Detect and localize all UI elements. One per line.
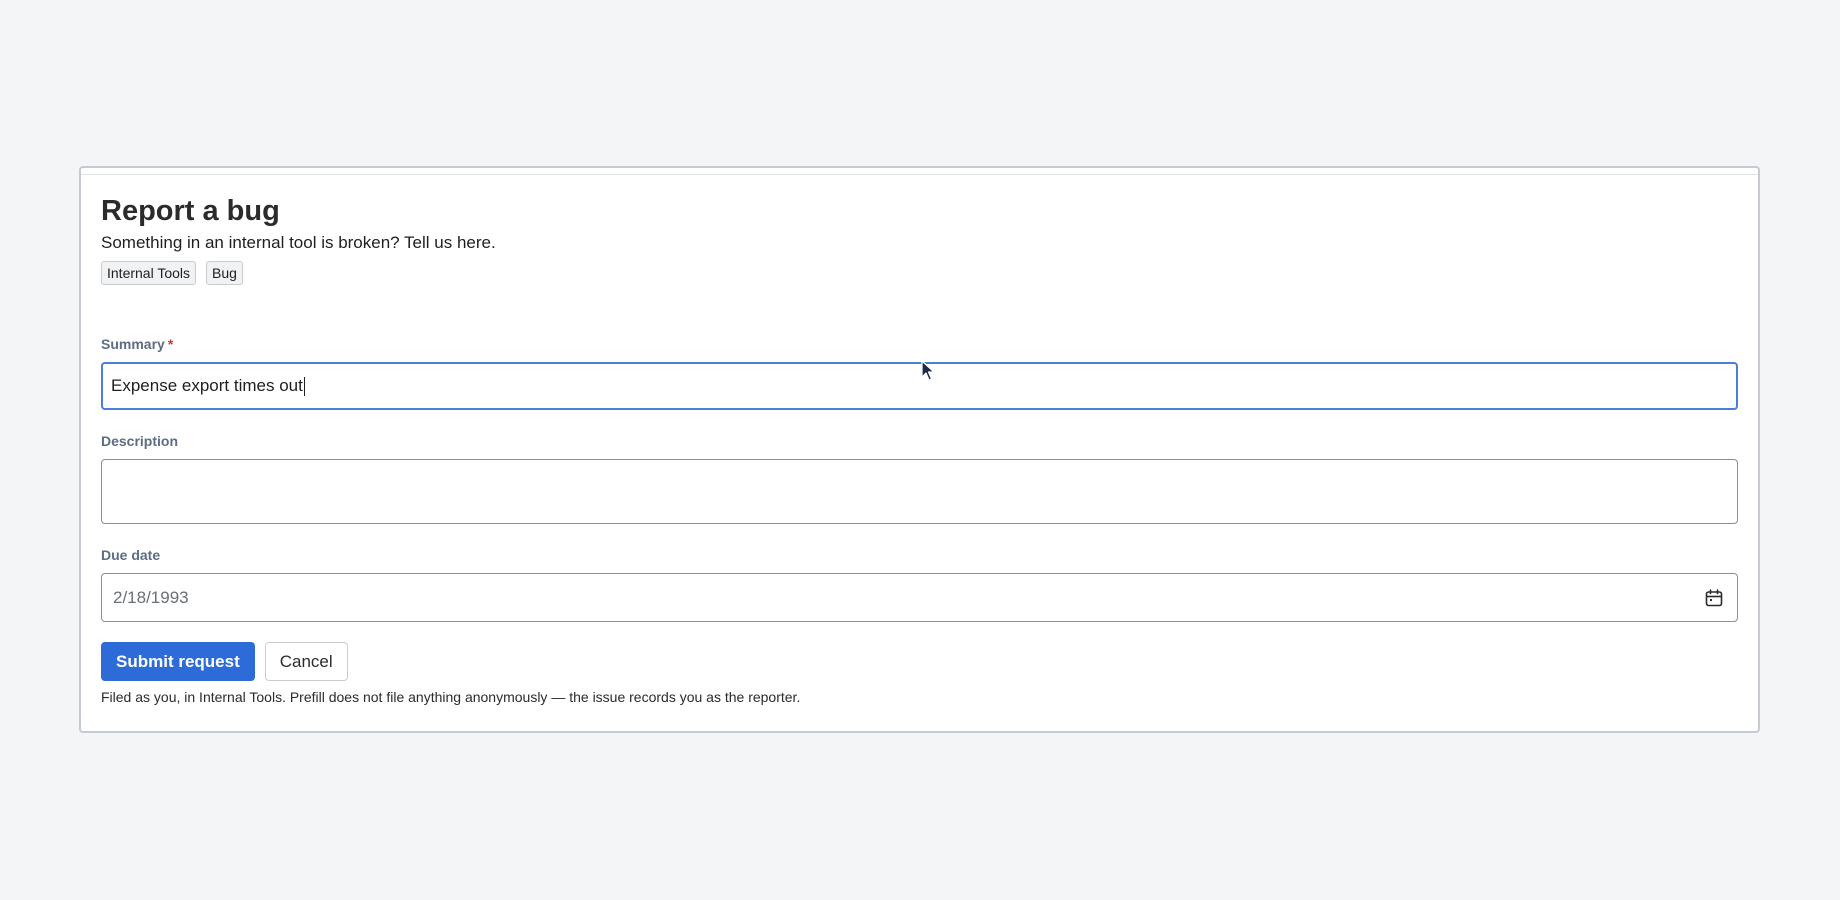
due-date-label: Due date — [101, 547, 161, 563]
mouse-pointer-icon — [921, 360, 935, 381]
text-caret — [303, 377, 305, 397]
summary-label-text: Summary — [101, 336, 165, 352]
page-title: Report a bug — [101, 195, 280, 227]
summary-label: Summary * — [101, 335, 173, 353]
cancel-button[interactable]: Cancel — [264, 642, 348, 681]
due-date-value: 2/18/1993 — [113, 588, 189, 607]
calendar-icon[interactable] — [1704, 588, 1724, 608]
tag-list: Internal Tools Bug — [101, 261, 1738, 285]
tag-bug: Bug — [206, 261, 243, 285]
form-actions: Submit request Cancel — [101, 642, 348, 681]
page-subtitle: Something in an internal tool is broken?… — [101, 233, 496, 252]
bug-report-card: Report a bug Something in an internal to… — [79, 166, 1760, 733]
summary-input-value: Expense export times out — [111, 376, 303, 395]
description-textarea[interactable] — [101, 459, 1738, 524]
form-body: Report a bug Something in an internal to… — [101, 194, 1738, 705]
tag-internal-tools: Internal Tools — [101, 261, 197, 285]
due-date-input[interactable]: 2/18/1993 — [101, 573, 1738, 622]
description-label: Description — [101, 433, 179, 449]
submit-request-button[interactable]: Submit request — [101, 642, 255, 681]
summary-input[interactable]: Expense export times out — [101, 362, 1738, 410]
footer-note: Filed as you, in Internal Tools. Prefill… — [101, 689, 801, 705]
required-marker: * — [167, 336, 174, 352]
